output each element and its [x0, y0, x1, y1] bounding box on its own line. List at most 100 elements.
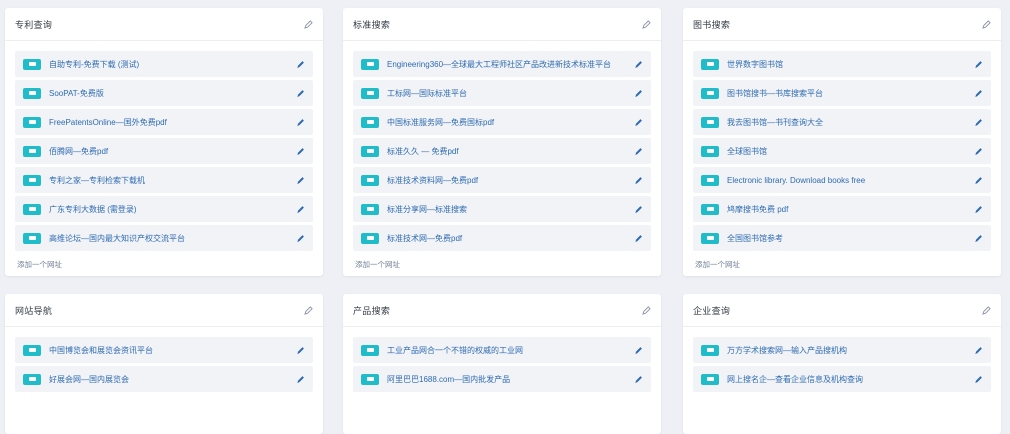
pencil-icon[interactable] — [641, 305, 651, 315]
pencil-icon[interactable] — [633, 233, 643, 243]
link-item-label[interactable]: 标准技术网—免费pdf — [387, 233, 633, 244]
link-item-label[interactable]: 自助专利-免费下载 (测试) — [49, 59, 295, 70]
link-item[interactable]: 佰腾网—免费pdf — [15, 138, 313, 164]
browser-tab-icon — [23, 344, 41, 356]
pencil-icon[interactable] — [973, 233, 983, 243]
link-item[interactable]: 我去图书馆—书刊查询大全 — [693, 109, 991, 135]
link-item[interactable]: 中国博览会和展览会资讯平台 — [15, 337, 313, 363]
pencil-icon[interactable] — [633, 204, 643, 214]
link-item[interactable]: 世界数字图书馆 — [693, 51, 991, 77]
link-item-label[interactable]: 工标网—国际标准平台 — [387, 88, 633, 99]
pencil-icon[interactable] — [973, 146, 983, 156]
link-item[interactable]: FreePatentsOnline—国外免费pdf — [15, 109, 313, 135]
pencil-icon[interactable] — [633, 146, 643, 156]
pencil-icon[interactable] — [633, 345, 643, 355]
pencil-icon[interactable] — [973, 88, 983, 98]
pencil-icon[interactable] — [973, 175, 983, 185]
link-item-label[interactable]: 佰腾网—免费pdf — [49, 146, 295, 157]
pencil-icon[interactable] — [633, 88, 643, 98]
pencil-icon[interactable] — [973, 374, 983, 384]
pencil-icon[interactable] — [295, 374, 305, 384]
link-item-label[interactable]: 高维论坛—国内最大知识产权交流平台 — [49, 233, 295, 244]
link-item[interactable]: 标准技术网—免费pdf — [353, 225, 651, 251]
panel-title: 网站导航 — [15, 305, 53, 316]
link-item[interactable]: 工标网—国际标准平台 — [353, 80, 651, 106]
link-item-label[interactable]: 图书馆搜书—书库搜索平台 — [727, 88, 973, 99]
pencil-icon[interactable] — [633, 374, 643, 384]
link-item-label[interactable]: 我去图书馆—书刊查询大全 — [727, 117, 973, 128]
link-item[interactable]: 广东专利大数据 (需登录) — [15, 196, 313, 222]
panel-title: 专利查询 — [15, 19, 53, 30]
pencil-icon[interactable] — [295, 59, 305, 69]
pencil-icon[interactable] — [633, 117, 643, 127]
link-item-label[interactable]: FreePatentsOnline—国外免费pdf — [49, 117, 295, 128]
pencil-icon[interactable] — [303, 19, 313, 29]
pencil-icon[interactable] — [973, 345, 983, 355]
link-item[interactable]: 专利之家—专利检索下载机 — [15, 167, 313, 193]
link-item[interactable]: 全国图书馆参考 — [693, 225, 991, 251]
link-item-label[interactable]: 全国图书馆参考 — [727, 233, 973, 244]
panel-title: 标准搜索 — [353, 19, 391, 30]
link-item[interactable]: SooPAT-免费版 — [15, 80, 313, 106]
pencil-icon[interactable] — [981, 19, 991, 29]
link-item-label[interactable]: 广东专利大数据 (需登录) — [49, 204, 295, 215]
browser-tab-icon — [23, 58, 41, 70]
link-item[interactable]: 网上搜名企—查看企业信息及机构查询 — [693, 366, 991, 392]
browser-tab-icon — [361, 174, 379, 186]
pencil-icon[interactable] — [295, 233, 305, 243]
pencil-icon[interactable] — [295, 117, 305, 127]
link-item-label[interactable]: 中国博览会和展览会资讯平台 — [49, 345, 295, 356]
link-item-label[interactable]: 标准久久 — 免费pdf — [387, 146, 633, 157]
link-item[interactable]: 全球图书馆 — [693, 138, 991, 164]
pencil-icon[interactable] — [641, 19, 651, 29]
link-item[interactable]: 鸠摩搜书免费 pdf — [693, 196, 991, 222]
pencil-icon[interactable] — [973, 59, 983, 69]
add-url-link[interactable]: 添加一个网址 — [353, 255, 400, 270]
link-item[interactable]: 标准久久 — 免费pdf — [353, 138, 651, 164]
link-item-label[interactable]: Electronic library. Download books free — [727, 176, 973, 185]
pencil-icon[interactable] — [303, 305, 313, 315]
pencil-icon[interactable] — [295, 146, 305, 156]
link-item-label[interactable]: 鸠摩搜书免费 pdf — [727, 204, 973, 215]
link-item-label[interactable]: 标准分享网—标准搜索 — [387, 204, 633, 215]
link-item[interactable]: Engineering360—全球最大工程师社区产品改进新技术标准平台 — [353, 51, 651, 77]
browser-tab-icon — [361, 87, 379, 99]
panel-title: 产品搜索 — [353, 305, 391, 316]
link-item[interactable]: 高维论坛—国内最大知识产权交流平台 — [15, 225, 313, 251]
link-item[interactable]: 万方学术搜索网—输入产品搜机构 — [693, 337, 991, 363]
link-item-label[interactable]: 网上搜名企—查看企业信息及机构查询 — [727, 374, 973, 385]
link-item-label[interactable]: 工业产品网合一个不错的权威的工业网 — [387, 345, 633, 356]
link-item-label[interactable]: SooPAT-免费版 — [49, 88, 295, 99]
link-item-label[interactable]: 万方学术搜索网—输入产品搜机构 — [727, 345, 973, 356]
add-url-link[interactable]: 添加一个网址 — [15, 255, 62, 270]
link-item-label[interactable]: 全球图书馆 — [727, 146, 973, 157]
link-item[interactable]: 阿里巴巴1688.com—国内批发产品 — [353, 366, 651, 392]
link-item[interactable]: 自助专利-免费下载 (测试) — [15, 51, 313, 77]
pencil-icon[interactable] — [633, 59, 643, 69]
link-item-label[interactable]: 阿里巴巴1688.com—国内批发产品 — [387, 374, 633, 385]
pencil-icon[interactable] — [973, 117, 983, 127]
link-item[interactable]: 图书馆搜书—书库搜索平台 — [693, 80, 991, 106]
pencil-icon[interactable] — [295, 88, 305, 98]
pencil-icon[interactable] — [295, 204, 305, 214]
link-item-label[interactable]: 世界数字图书馆 — [727, 59, 973, 70]
panel-header: 图书搜索 — [683, 8, 1001, 41]
browser-tab-icon — [701, 87, 719, 99]
link-item[interactable]: 标准技术资料网—免费pdf — [353, 167, 651, 193]
link-item[interactable]: 好展会网—国内展览会 — [15, 366, 313, 392]
link-item[interactable]: 标准分享网—标准搜索 — [353, 196, 651, 222]
link-item[interactable]: Electronic library. Download books free — [693, 167, 991, 193]
link-item-label[interactable]: 中国标准服务网—免费国标pdf — [387, 117, 633, 128]
link-item-label[interactable]: 专利之家—专利检索下载机 — [49, 175, 295, 186]
link-item[interactable]: 中国标准服务网—免费国标pdf — [353, 109, 651, 135]
link-item[interactable]: 工业产品网合一个不错的权威的工业网 — [353, 337, 651, 363]
pencil-icon[interactable] — [295, 175, 305, 185]
link-item-label[interactable]: 标准技术资料网—免费pdf — [387, 175, 633, 186]
pencil-icon[interactable] — [981, 305, 991, 315]
pencil-icon[interactable] — [295, 345, 305, 355]
link-item-label[interactable]: 好展会网—国内展览会 — [49, 374, 295, 385]
pencil-icon[interactable] — [633, 175, 643, 185]
link-item-label[interactable]: Engineering360—全球最大工程师社区产品改进新技术标准平台 — [387, 59, 633, 70]
pencil-icon[interactable] — [973, 204, 983, 214]
add-url-link[interactable]: 添加一个网址 — [693, 255, 740, 270]
